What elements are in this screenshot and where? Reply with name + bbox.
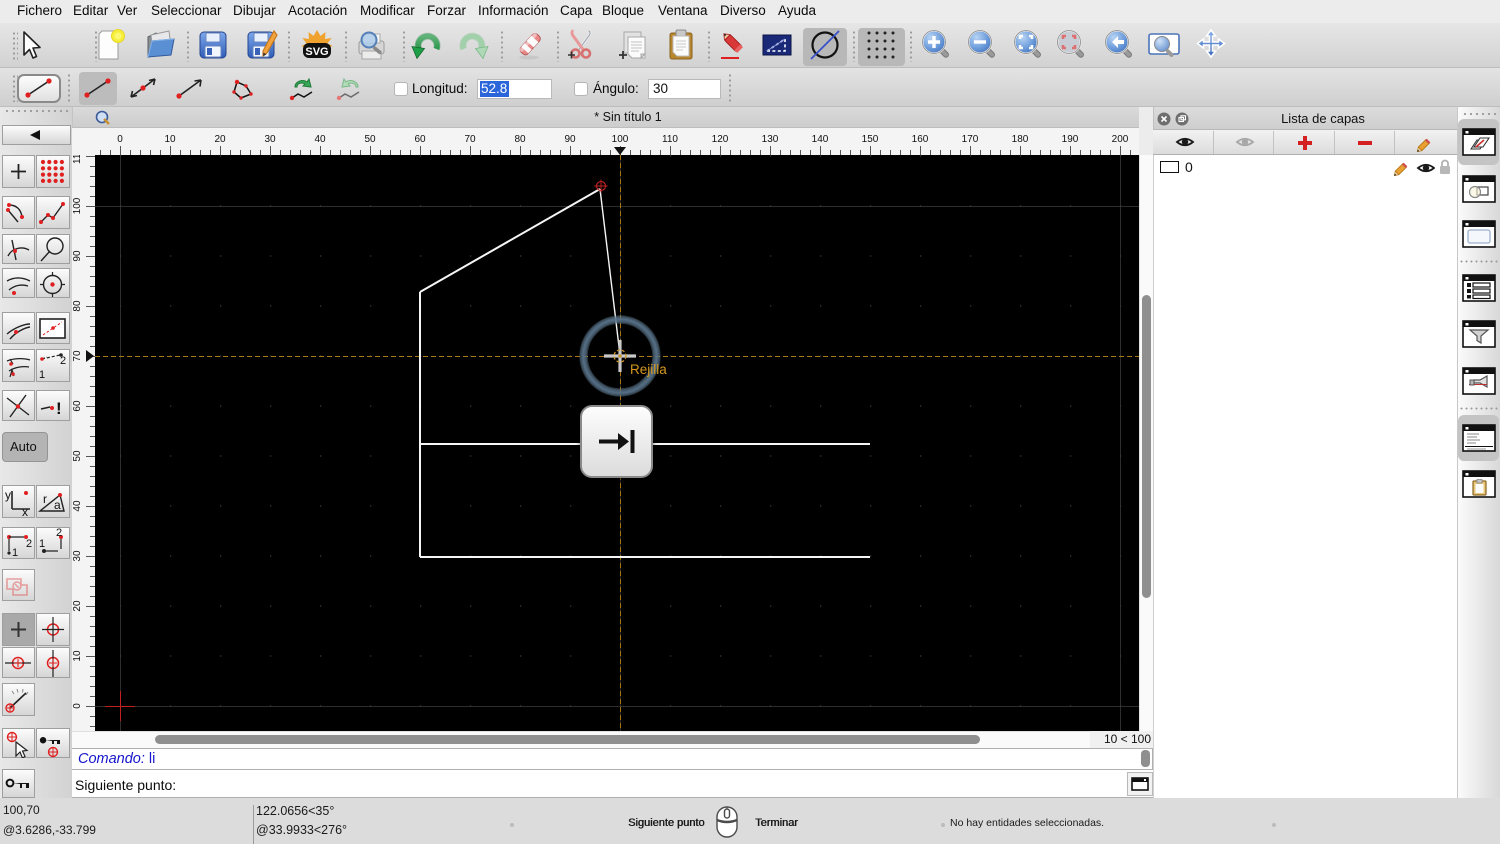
svg-text:190: 190 bbox=[1062, 134, 1079, 145]
svg-text:170: 170 bbox=[962, 134, 979, 145]
svg-text:70: 70 bbox=[72, 350, 83, 362]
svg-text:200: 200 bbox=[1112, 134, 1129, 145]
svg-text:140: 140 bbox=[812, 134, 829, 145]
svg-text:y: y bbox=[5, 488, 11, 502]
svg-text:50: 50 bbox=[364, 134, 376, 145]
svg-text:180: 180 bbox=[1012, 134, 1029, 145]
svg-text:10: 10 bbox=[164, 134, 176, 145]
svg-text:0: 0 bbox=[72, 703, 83, 709]
svg-text:40: 40 bbox=[314, 134, 326, 145]
svg-text:1: 1 bbox=[39, 538, 45, 550]
svg-text:90: 90 bbox=[72, 250, 83, 262]
svg-text:!: ! bbox=[56, 399, 62, 418]
svg-text:110: 110 bbox=[72, 155, 83, 164]
svg-text:0: 0 bbox=[117, 134, 123, 145]
svg-text:80: 80 bbox=[72, 300, 83, 312]
svg-text:a: a bbox=[54, 498, 61, 512]
svg-text:60: 60 bbox=[414, 134, 426, 145]
svg-text:1: 1 bbox=[39, 369, 45, 381]
svg-text:40: 40 bbox=[72, 500, 83, 512]
svg-text:120: 120 bbox=[712, 134, 729, 145]
svg-text:100: 100 bbox=[72, 197, 83, 214]
svg-text:50: 50 bbox=[72, 450, 83, 462]
svg-text:10: 10 bbox=[72, 650, 83, 662]
svg-text:2: 2 bbox=[26, 538, 32, 550]
svg-text:100: 100 bbox=[612, 134, 629, 145]
svg-text:20: 20 bbox=[72, 600, 83, 612]
svg-text:Rejilla: Rejilla bbox=[630, 362, 667, 377]
svg-text:150: 150 bbox=[862, 134, 879, 145]
svg-text:1: 1 bbox=[12, 547, 18, 559]
svg-text:80: 80 bbox=[514, 134, 526, 145]
svg-text:2: 2 bbox=[56, 527, 62, 539]
svg-text:110: 110 bbox=[662, 134, 678, 145]
svg-text:30: 30 bbox=[264, 134, 276, 145]
svg-text:30: 30 bbox=[72, 550, 83, 562]
svg-text:60: 60 bbox=[72, 400, 83, 412]
svg-text:130: 130 bbox=[762, 134, 779, 145]
svg-text:SVG: SVG bbox=[305, 46, 328, 58]
svg-text:20: 20 bbox=[214, 134, 226, 145]
svg-text:90: 90 bbox=[564, 134, 576, 145]
svg-text:160: 160 bbox=[912, 134, 929, 145]
svg-text:70: 70 bbox=[464, 134, 476, 145]
svg-text:r: r bbox=[43, 492, 47, 506]
svg-text:x: x bbox=[22, 505, 28, 518]
svg-text:2: 2 bbox=[60, 355, 66, 367]
